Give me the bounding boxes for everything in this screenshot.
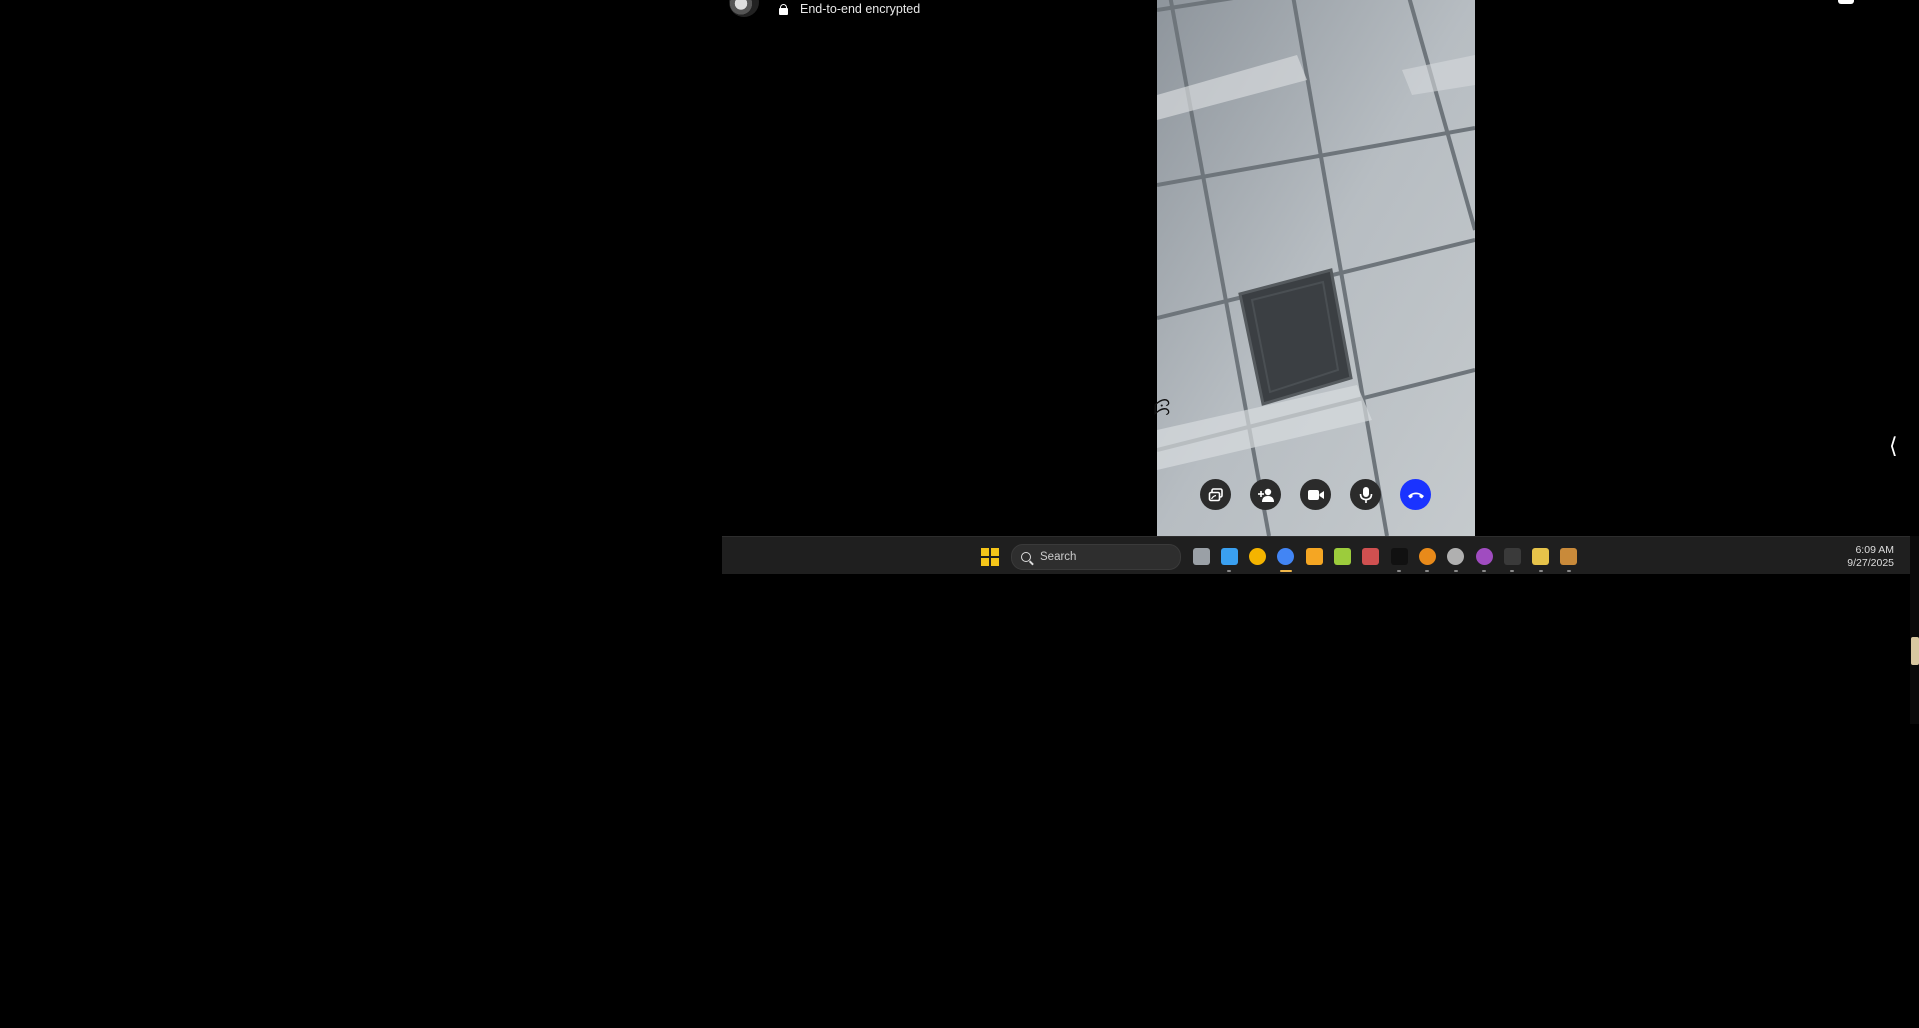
remote-video-feed [1157, 0, 1475, 536]
chrome-icon [1277, 547, 1295, 565]
search-placeholder: Search [1040, 551, 1077, 563]
running-indicator [1510, 570, 1515, 572]
microphone-icon [1359, 486, 1372, 503]
running-indicator [1566, 570, 1571, 572]
windows-start-icon[interactable] [981, 548, 999, 566]
vscode-icon [1305, 547, 1323, 565]
running-indicator [1538, 570, 1543, 572]
add-people-button[interactable] [1250, 479, 1281, 510]
clock-time: 6:09 AM [1855, 544, 1894, 556]
folder-icon [1220, 547, 1238, 565]
taskbar-app-snipping-tool[interactable] [1331, 544, 1355, 568]
window-control-fragment[interactable] [1838, 0, 1854, 4]
google-icon [1249, 547, 1267, 565]
end-call-button[interactable] [1400, 479, 1431, 510]
caller-avatar[interactable] [729, 0, 759, 17]
snipping-icon [1334, 547, 1351, 565]
running-indicator [1279, 570, 1292, 572]
lock-icon [779, 3, 788, 15]
collapse-panel-button[interactable]: ⟨ [1889, 434, 1898, 459]
taskbar-app-settings[interactable] [1444, 544, 1468, 572]
windows-taskbar: Search 6:09 AM 9/27/2025 [722, 536, 1910, 574]
teams-icon [1362, 547, 1380, 565]
capcut-icon [1390, 547, 1408, 565]
taskbar-app-terminal[interactable] [1500, 544, 1524, 572]
taskbar-app-teams[interactable] [1359, 544, 1383, 568]
hang-up-icon [1407, 492, 1424, 498]
pointer-cursor-icon: ꕸ [1153, 396, 1171, 421]
camera-button[interactable] [1300, 479, 1331, 510]
ceiling-video-frame [1157, 0, 1475, 536]
task-view-icon [1192, 547, 1210, 565]
running-indicator [1425, 570, 1430, 572]
taskbar-search-box[interactable]: Search [1011, 544, 1181, 570]
video-camera-icon [1307, 489, 1324, 500]
share-screen-icon [1208, 487, 1223, 501]
encryption-status: End-to-end encrypted [800, 2, 921, 16]
taskbar-app-notepad[interactable] [1529, 544, 1553, 572]
scrollbar-track[interactable] [1910, 536, 1919, 724]
taskbar-app-capcut[interactable] [1387, 544, 1411, 572]
system-clock[interactable]: 6:09 AM 9/27/2025 [1847, 544, 1894, 570]
gear-icon [1447, 547, 1465, 565]
scrollbar-thumb[interactable] [1911, 637, 1919, 665]
running-indicator [1227, 570, 1232, 572]
terminal-icon [1503, 547, 1521, 565]
taskbar-app-chrome[interactable] [1274, 544, 1298, 572]
share-screen-button[interactable] [1200, 479, 1231, 510]
taskbar-app-remote-desktop[interactable] [1557, 544, 1581, 572]
edge-icon [1418, 547, 1436, 565]
taskbar-app-github-desktop[interactable] [1472, 544, 1496, 572]
call-controls [1200, 479, 1431, 510]
add-person-icon [1257, 488, 1274, 502]
running-indicator [1482, 570, 1486, 572]
taskbar-app-file-explorer[interactable] [1217, 544, 1241, 572]
remote-desktop-icon [1560, 547, 1578, 565]
clock-date: 9/27/2025 [1847, 557, 1894, 569]
search-icon [1021, 552, 1031, 562]
notepad-icon [1532, 547, 1550, 565]
taskbar-app-vscode[interactable] [1302, 544, 1326, 568]
call-header: End-to-end encrypted [729, 0, 920, 18]
github-icon [1475, 547, 1493, 565]
running-indicator [1453, 570, 1458, 572]
microphone-button[interactable] [1350, 479, 1381, 510]
taskbar-app-task-view[interactable] [1189, 544, 1213, 568]
running-indicator [1397, 570, 1402, 572]
taskbar-app-edge[interactable] [1415, 544, 1439, 572]
taskbar-app-google-app[interactable] [1246, 544, 1270, 568]
